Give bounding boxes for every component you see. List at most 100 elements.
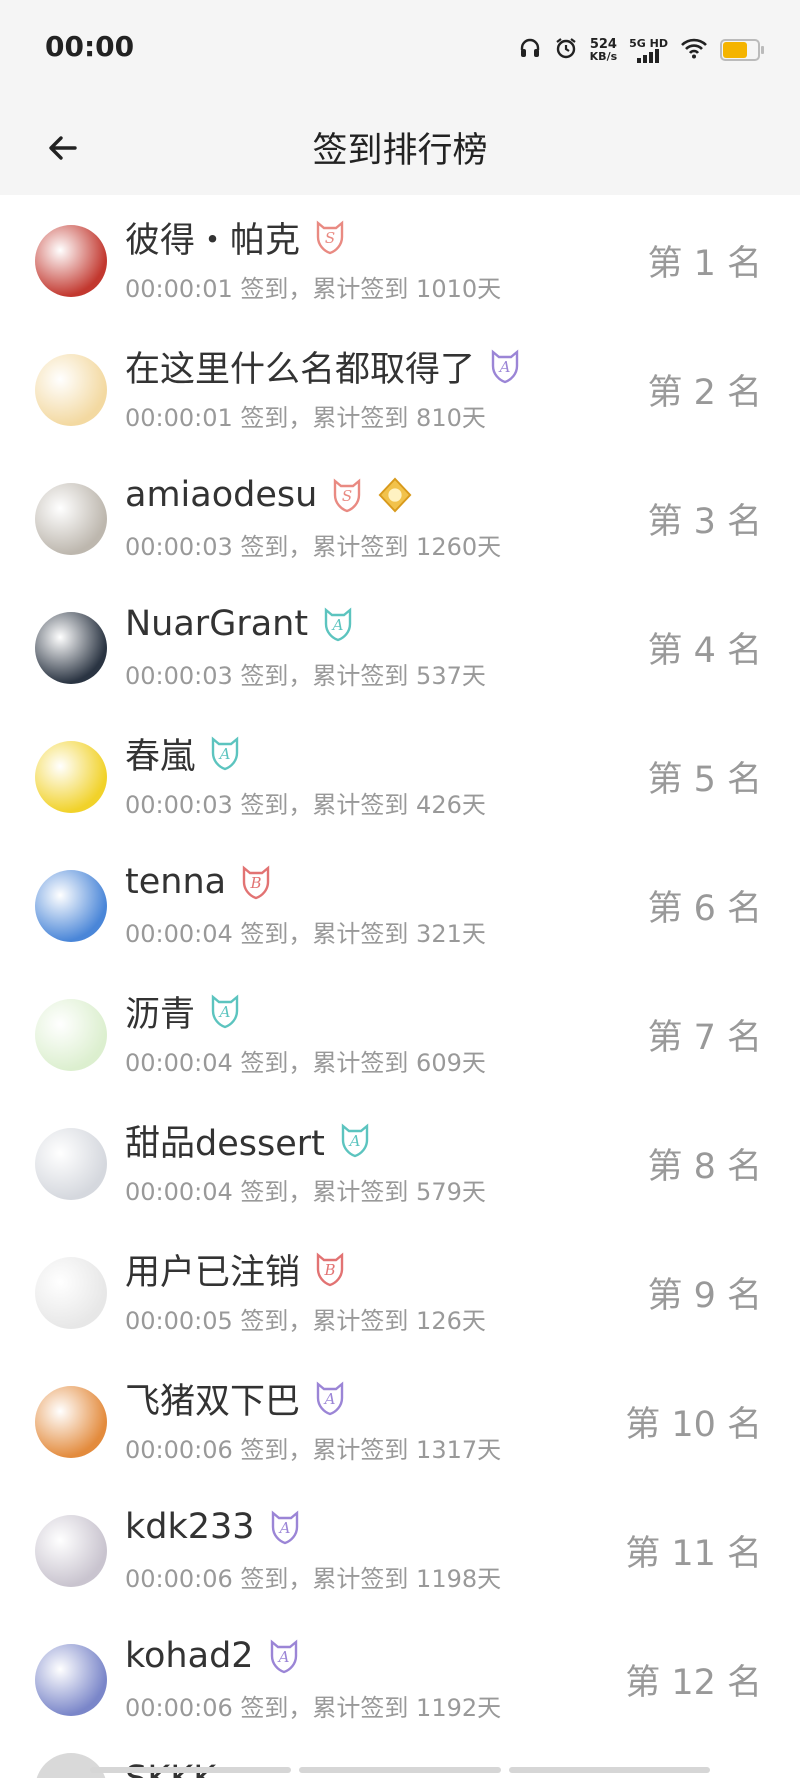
checkin-detail: 00:00:04 签到，累计签到 579天 <box>125 1178 486 1206</box>
a-level-badge-icon: A <box>266 1638 302 1674</box>
scroll-indicator <box>90 1767 710 1773</box>
avatar[interactable] <box>35 483 107 555</box>
name-line: 用户已注销 B <box>125 1247 348 1293</box>
avatar[interactable] <box>35 612 107 684</box>
user-name: 在这里什么名都取得了 <box>125 349 476 390</box>
user-name: 沥青 <box>125 994 196 1035</box>
status-bar: 00:00 524 KB/s 5G HD <box>0 0 800 100</box>
rank-label: 第 9 名 <box>647 1276 762 1316</box>
list-item[interactable]: 甜品dessert A 00:00:04 签到，累计签到 579天 第 8 名 <box>0 1098 800 1227</box>
a-level-badge-icon: A <box>267 1509 303 1545</box>
name-line: 彼得・帕克 S <box>125 215 348 261</box>
name-line: amiaodesu S <box>125 473 413 517</box>
checkin-detail: 00:00:06 签到，累计签到 1317天 <box>125 1436 502 1464</box>
list-item[interactable]: 沥青 A 00:00:04 签到，累计签到 609天 第 7 名 <box>0 969 800 1098</box>
user-name: 彼得・帕克 <box>125 220 301 261</box>
svg-text:A: A <box>331 616 344 634</box>
avatar[interactable] <box>35 225 107 297</box>
list-item[interactable]: 飞猪双下巴 A 00:00:06 签到，累计签到 1317天 第 10 名 <box>0 1356 800 1485</box>
svg-text:B: B <box>250 874 262 892</box>
checkin-detail: 00:00:06 签到，累计签到 1198天 <box>125 1565 502 1593</box>
a-level-badge-icon: A <box>337 1122 373 1158</box>
avatar[interactable] <box>35 354 107 426</box>
a-level-badge-icon: A <box>487 348 523 384</box>
svg-text:S: S <box>325 229 335 247</box>
name-line: 飞猪双下巴 A <box>125 1376 348 1422</box>
rank-label: 第 4 名 <box>647 631 762 671</box>
checkin-detail: 00:00:03 签到，累计签到 426天 <box>125 791 486 819</box>
rank-label: 第 5 名 <box>647 760 762 800</box>
checkin-detail: 00:00:03 签到，累计签到 537天 <box>125 662 486 690</box>
back-button[interactable] <box>35 120 90 175</box>
svg-text:A: A <box>218 1003 231 1021</box>
rank-label: 第 3 名 <box>647 502 762 542</box>
user-name: amiaodesu <box>125 475 318 515</box>
avatar[interactable] <box>35 1644 107 1716</box>
list-item[interactable]: 彼得・帕克 S 00:00:01 签到，累计签到 1010天 第 1 名 <box>0 195 800 324</box>
a-level-badge-icon: A <box>320 606 356 642</box>
svg-text:S: S <box>342 487 352 505</box>
list-item[interactable]: 春嵐 A 00:00:03 签到，累计签到 426天 第 5 名 <box>0 711 800 840</box>
page-title: 签到排行榜 <box>312 131 488 171</box>
avatar[interactable] <box>35 999 107 1071</box>
user-name: 甜品dessert <box>125 1123 325 1164</box>
status-icons: 524 KB/s 5G HD <box>518 30 764 70</box>
svg-text:A: A <box>277 1519 290 1537</box>
checkin-detail: 00:00:01 签到，累计签到 1010天 <box>125 275 502 303</box>
user-name: NuarGrant <box>125 604 309 644</box>
rank-label: 第 6 名 <box>647 889 762 929</box>
user-name: kdk233 <box>125 1507 255 1547</box>
name-line: 春嵐 A <box>125 731 243 777</box>
network-type: 5G HD <box>629 36 668 50</box>
name-line: 在这里什么名都取得了 A <box>125 344 523 390</box>
list-item[interactable]: NuarGrant A 00:00:03 签到，累计签到 537天 第 4 名 <box>0 582 800 711</box>
a-level-badge-icon: A <box>207 993 243 1029</box>
avatar[interactable] <box>35 741 107 813</box>
svg-text:B: B <box>324 1261 336 1279</box>
b-level-badge-icon: B <box>312 1251 348 1287</box>
svg-text:A: A <box>347 1132 360 1150</box>
name-line: kdk233 A <box>125 1505 303 1549</box>
signal-icon: 5G HD <box>629 38 668 63</box>
vip-badge-icon <box>377 477 413 513</box>
a-level-badge-icon: A <box>312 1380 348 1416</box>
rank-label: 第 1 名 <box>647 244 762 284</box>
rank-label: 第 8 名 <box>647 1147 762 1187</box>
checkin-detail: 00:00:06 签到，累计签到 1192天 <box>125 1694 502 1722</box>
svg-text:A: A <box>323 1390 336 1408</box>
checkin-detail: 00:00:04 签到，累计签到 609天 <box>125 1049 486 1077</box>
list-item[interactable]: 用户已注销 B 00:00:05 签到，累计签到 126天 第 9 名 <box>0 1227 800 1356</box>
avatar[interactable] <box>35 1386 107 1458</box>
avatar[interactable] <box>35 1257 107 1329</box>
name-line: 甜品dessert A <box>125 1118 373 1164</box>
rank-label: 第 7 名 <box>647 1018 762 1058</box>
avatar[interactable] <box>35 1515 107 1587</box>
name-line: NuarGrant A <box>125 602 356 646</box>
list-item[interactable]: 在这里什么名都取得了 A 00:00:01 签到，累计签到 810天 第 2 名 <box>0 324 800 453</box>
checkin-detail: 00:00:05 签到，累计签到 126天 <box>125 1307 486 1335</box>
avatar[interactable] <box>35 870 107 942</box>
s-level-badge-icon: S <box>312 219 348 255</box>
list-item[interactable]: tenna B 00:00:04 签到，累计签到 321天 第 6 名 <box>0 840 800 969</box>
net-speed-unit: KB/s <box>589 50 618 63</box>
list-item[interactable]: kdk233 A 00:00:06 签到，累计签到 1198天 第 11 名 <box>0 1485 800 1614</box>
checkin-detail: 00:00:04 签到，累计签到 321天 <box>125 920 486 948</box>
rank-label: 第 10 名 <box>625 1405 762 1445</box>
svg-text:A: A <box>218 745 231 763</box>
list-item[interactable]: amiaodesu S 00:00:03 签到，累计签到 1260天 第 3 名 <box>0 453 800 582</box>
user-name: kohad2 <box>125 1636 254 1676</box>
battery-icon <box>720 39 764 61</box>
net-speed: 524 KB/s <box>590 38 617 62</box>
list-item[interactable]: kohad2 A 00:00:06 签到，累计签到 1192天 第 12 名 <box>0 1614 800 1743</box>
user-name: 春嵐 <box>125 736 196 777</box>
ranking-list: 彼得・帕克 S 00:00:01 签到，累计签到 1010天 第 1 名在这里什么名都… <box>0 195 800 1743</box>
avatar <box>35 1753 107 1778</box>
name-line: 沥青 A <box>125 989 243 1035</box>
name-line: tenna B <box>125 860 274 904</box>
user-name: 用户已注销 <box>125 1252 301 1293</box>
avatar[interactable] <box>35 1128 107 1200</box>
rank-label: 第 2 名 <box>647 373 762 413</box>
user-name: tenna <box>125 862 227 902</box>
rank-label: 第 11 名 <box>625 1534 762 1574</box>
checkin-detail: 00:00:03 签到，累计签到 1260天 <box>125 533 502 561</box>
